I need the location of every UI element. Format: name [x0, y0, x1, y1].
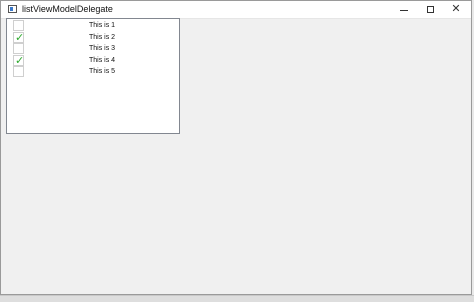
item-label: This is 4 — [88, 56, 116, 64]
item-checkbox[interactable] — [13, 66, 24, 77]
item-label: This is 1 — [88, 22, 116, 29]
minimize-button[interactable] — [391, 1, 417, 18]
window-title: listViewModelDelegate — [22, 4, 113, 14]
main-window: listViewModelDelegate ✕ This is 1 ✓ This… — [0, 0, 472, 295]
close-icon: ✕ — [451, 3, 461, 15]
minimize-icon — [400, 10, 408, 11]
item-checkbox[interactable]: ✓ — [13, 54, 25, 67]
check-icon: ✓ — [15, 54, 25, 67]
list-view[interactable]: This is 1 ✓ This is 2 This is 3 ✓ This i… — [6, 18, 180, 134]
list-item[interactable]: This is 3 — [7, 43, 179, 55]
close-button[interactable]: ✕ — [443, 1, 469, 18]
item-label: This is 2 — [88, 33, 116, 41]
item-checkbox[interactable]: ✓ — [13, 31, 25, 44]
list-item[interactable]: This is 1 — [7, 20, 179, 32]
app-icon — [8, 5, 17, 13]
item-checkbox[interactable] — [13, 20, 24, 31]
item-label: This is 5 — [88, 68, 116, 75]
list-item[interactable]: ✓ This is 4 — [7, 54, 179, 67]
list-item[interactable]: This is 5 — [7, 66, 179, 78]
title-bar[interactable]: listViewModelDelegate ✕ — [1, 1, 471, 19]
check-icon: ✓ — [15, 31, 25, 44]
item-label: This is 3 — [88, 45, 116, 52]
maximize-icon — [426, 6, 434, 13]
list-item[interactable]: ✓ This is 2 — [7, 31, 179, 44]
maximize-button[interactable] — [417, 1, 443, 18]
item-checkbox[interactable] — [13, 43, 24, 54]
